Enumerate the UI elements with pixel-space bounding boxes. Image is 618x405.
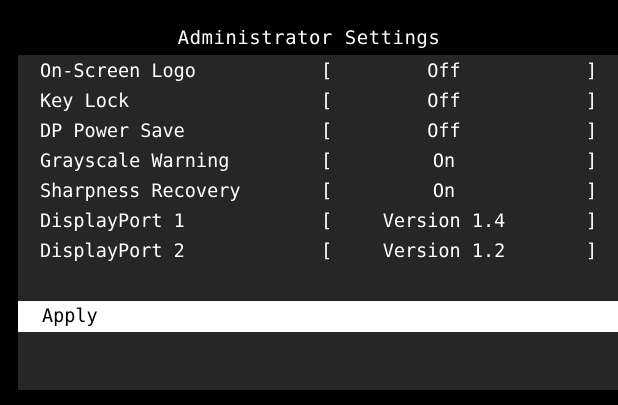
monitor-osd-frame: Administrator Settings On-Screen Logo [ … (0, 0, 618, 405)
bracket-close: ] (586, 121, 598, 142)
settings-list: On-Screen Logo [ Off ] Key Lock [ Off ] … (18, 57, 618, 267)
bracket-open: [ (321, 241, 333, 262)
setting-value[interactable]: Off (358, 57, 530, 87)
bracket-open: [ (321, 91, 333, 112)
setting-value[interactable]: Off (358, 87, 530, 117)
setting-label: DP Power Save (40, 121, 185, 142)
bracket-open: [ (321, 211, 333, 232)
bracket-open: [ (321, 181, 333, 202)
setting-value[interactable]: Version 1.2 (358, 237, 530, 267)
setting-on-screen-logo[interactable]: On-Screen Logo [ Off ] (18, 57, 618, 87)
bracket-close: ] (586, 181, 598, 202)
bracket-close: ] (586, 211, 598, 232)
setting-label: DisplayPort 2 (40, 241, 185, 262)
setting-displayport-2[interactable]: DisplayPort 2 [ Version 1.2 ] (18, 237, 618, 267)
bracket-open: [ (321, 121, 333, 142)
bracket-open: [ (321, 151, 333, 172)
title-bar: Administrator Settings (18, 21, 618, 55)
setting-dp-power-save[interactable]: DP Power Save [ Off ] (18, 117, 618, 147)
apply-label: Apply (42, 306, 98, 327)
bracket-close: ] (586, 61, 598, 82)
bracket-open: [ (321, 61, 333, 82)
setting-label: On-Screen Logo (40, 61, 196, 82)
setting-value[interactable]: On (358, 147, 530, 177)
setting-key-lock[interactable]: Key Lock [ Off ] (18, 87, 618, 117)
page-title: Administrator Settings (177, 27, 441, 49)
setting-displayport-1[interactable]: DisplayPort 1 [ Version 1.4 ] (18, 207, 618, 237)
setting-value[interactable]: Off (358, 117, 530, 147)
setting-grayscale-warning[interactable]: Grayscale Warning [ On ] (18, 147, 618, 177)
setting-value[interactable]: On (358, 177, 530, 207)
bracket-close: ] (586, 241, 598, 262)
bracket-close: ] (586, 91, 598, 112)
setting-label: Key Lock (40, 91, 130, 112)
setting-value[interactable]: Version 1.4 (358, 207, 530, 237)
setting-label: Grayscale Warning (40, 151, 230, 172)
apply-button[interactable]: Apply (18, 301, 618, 332)
administrator-settings-panel: Administrator Settings On-Screen Logo [ … (18, 21, 618, 390)
setting-label: DisplayPort 1 (40, 211, 185, 232)
bracket-close: ] (586, 151, 598, 172)
setting-sharpness-recovery[interactable]: Sharpness Recovery [ On ] (18, 177, 618, 207)
setting-label: Sharpness Recovery (40, 181, 241, 202)
